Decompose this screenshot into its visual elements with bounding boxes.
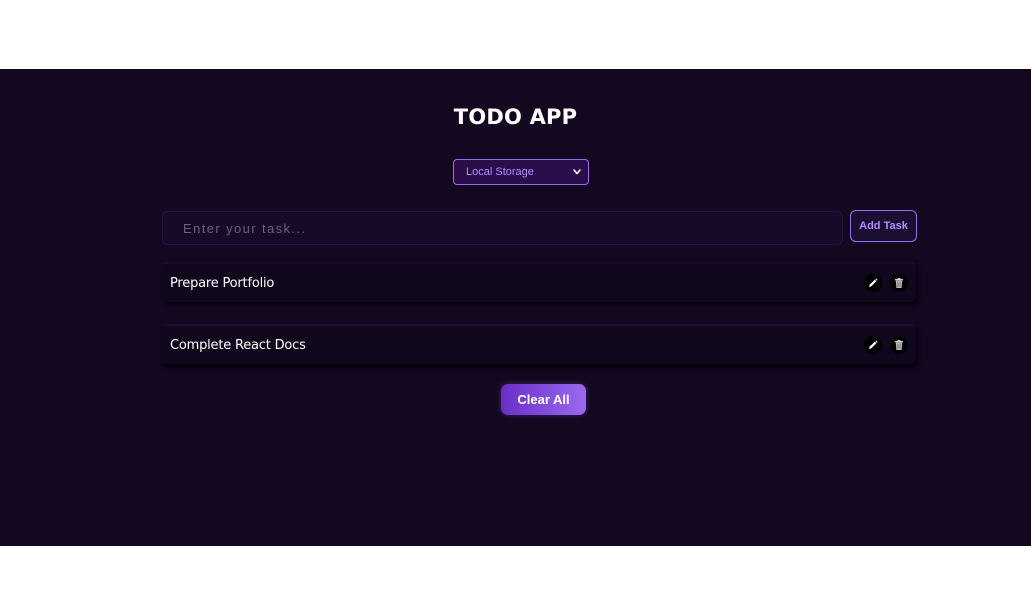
task-item: Prepare Portfolio xyxy=(162,262,916,302)
delete-button[interactable] xyxy=(890,336,908,354)
add-task-button[interactable]: Add Task xyxy=(850,210,917,242)
delete-button[interactable] xyxy=(890,274,908,292)
todo-app: TODO APP Local Storage Add Task Prepare … xyxy=(0,69,1031,546)
trash-icon xyxy=(895,278,903,288)
task-item: Complete React Docs xyxy=(162,324,916,364)
edit-button[interactable] xyxy=(864,274,882,292)
task-actions xyxy=(864,336,908,354)
page-title: TODO APP xyxy=(453,105,578,129)
clear-all-button[interactable]: Clear All xyxy=(501,384,586,415)
task-actions xyxy=(864,274,908,292)
task-input[interactable] xyxy=(162,211,843,245)
chevron-down-icon xyxy=(573,169,581,175)
trash-icon xyxy=(895,340,903,350)
pencil-icon xyxy=(869,340,878,349)
task-text: Prepare Portfolio xyxy=(170,275,275,291)
storage-select-value: Local Storage xyxy=(466,166,534,178)
task-text: Complete React Docs xyxy=(170,337,306,353)
pencil-icon xyxy=(869,278,878,287)
storage-select[interactable]: Local Storage xyxy=(453,159,589,185)
edit-button[interactable] xyxy=(864,336,882,354)
